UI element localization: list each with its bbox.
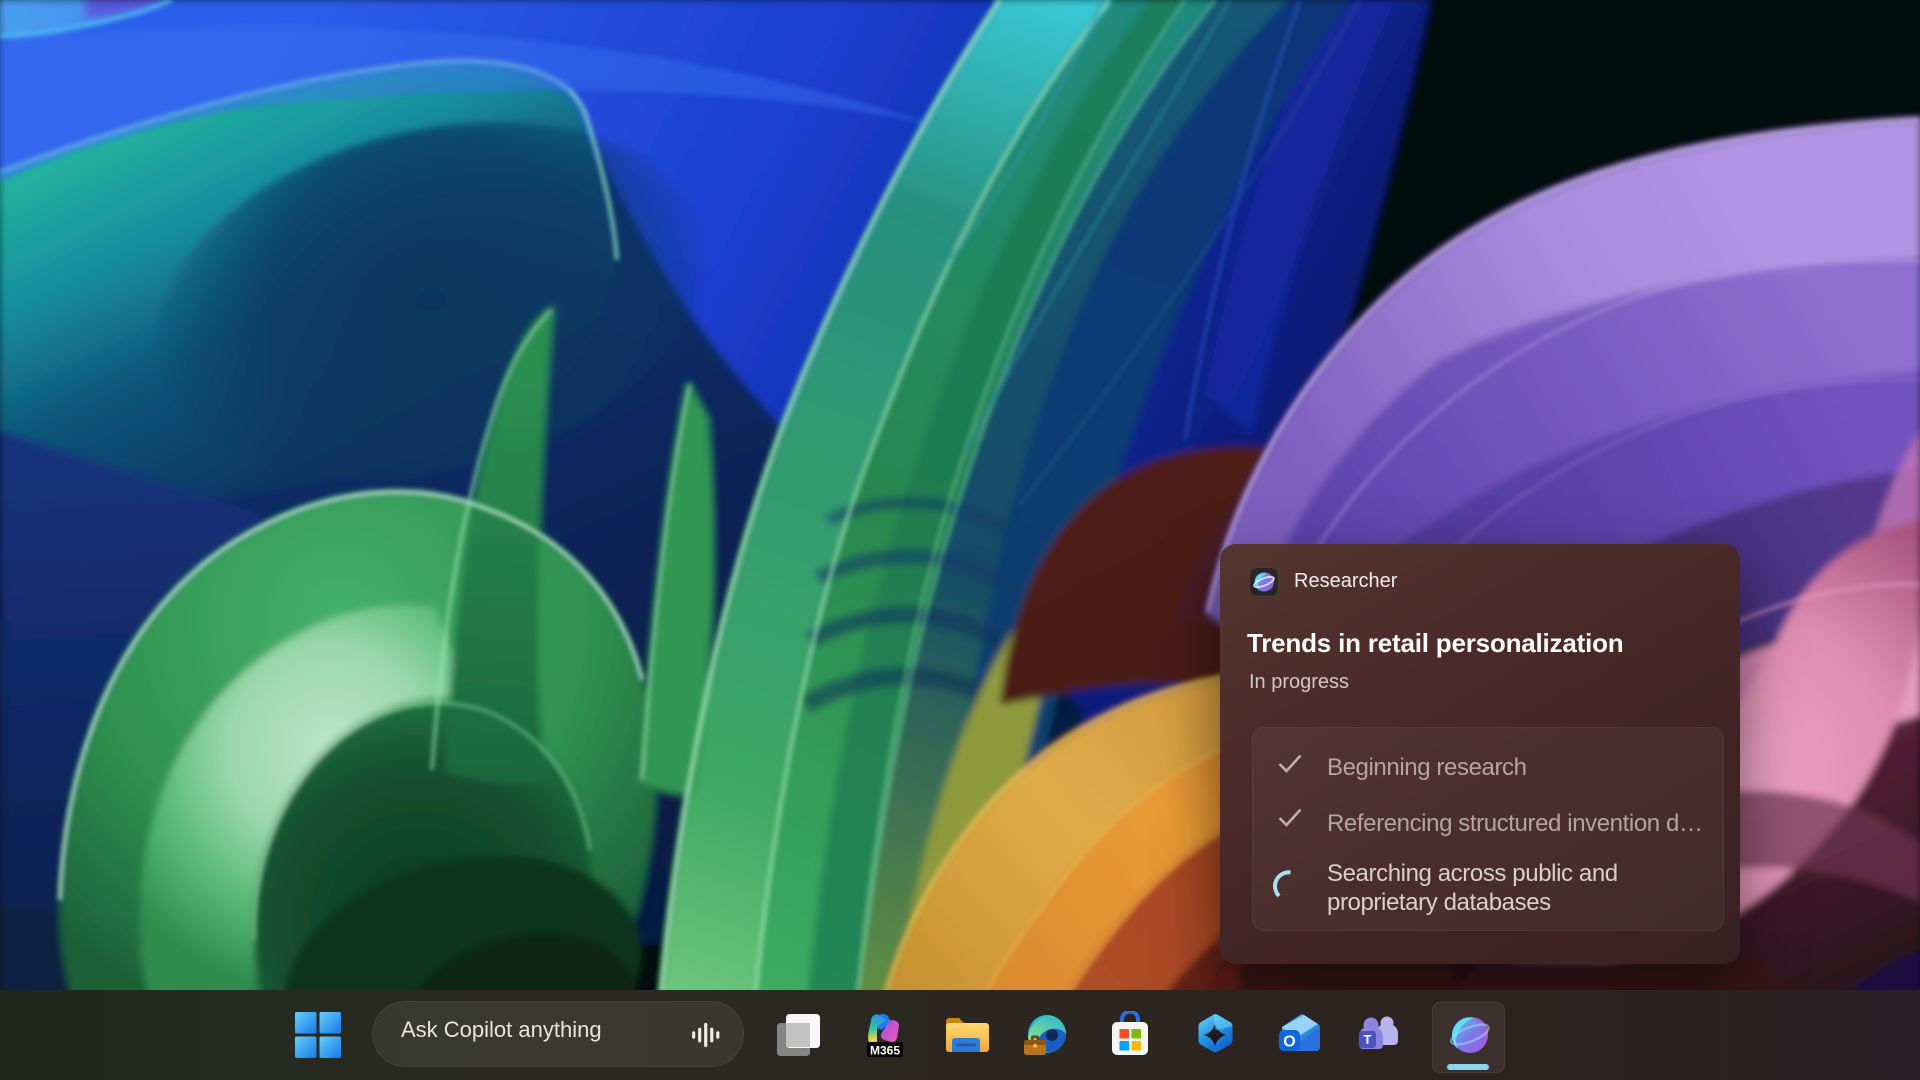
svg-text:T: T <box>1364 1032 1372 1047</box>
svg-text:M365: M365 <box>870 1044 900 1058</box>
svg-text:O: O <box>1283 1034 1295 1051</box>
